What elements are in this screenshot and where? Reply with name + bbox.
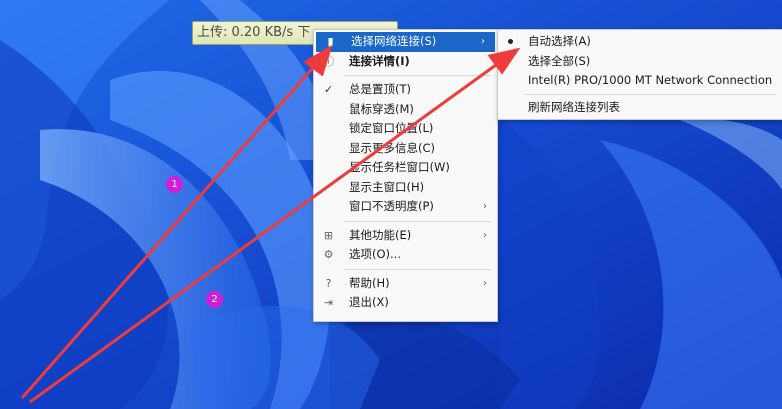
annotation-arrows [20,44,521,404]
arrow-2-line [29,60,501,404]
annotation-badge-2: 2 [206,291,223,308]
arrow-2-head [487,47,521,75]
annotation-badge-1: 1 [166,176,183,193]
arrow-1-line [20,61,320,399]
